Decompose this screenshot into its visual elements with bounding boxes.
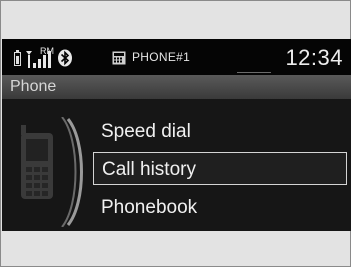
phone-screen: RM PHONE#1 12:34 Phone Speed dial Call h… xyxy=(2,39,351,231)
menu-item-label: Call history xyxy=(102,159,196,180)
menu-item-label: Speed dial xyxy=(101,121,191,142)
menu-item-call-history[interactable]: Call history xyxy=(93,152,347,185)
menu-item-label: Phonebook xyxy=(101,197,198,218)
menu-item-phonebook[interactable]: Phonebook xyxy=(93,191,347,224)
outer-frame: RM PHONE#1 12:34 Phone Speed dial Call h… xyxy=(0,0,351,267)
menu-item-speed-dial[interactable]: Speed dial xyxy=(93,115,347,148)
phone-menu: Speed dial Call history Phonebook xyxy=(2,39,351,231)
